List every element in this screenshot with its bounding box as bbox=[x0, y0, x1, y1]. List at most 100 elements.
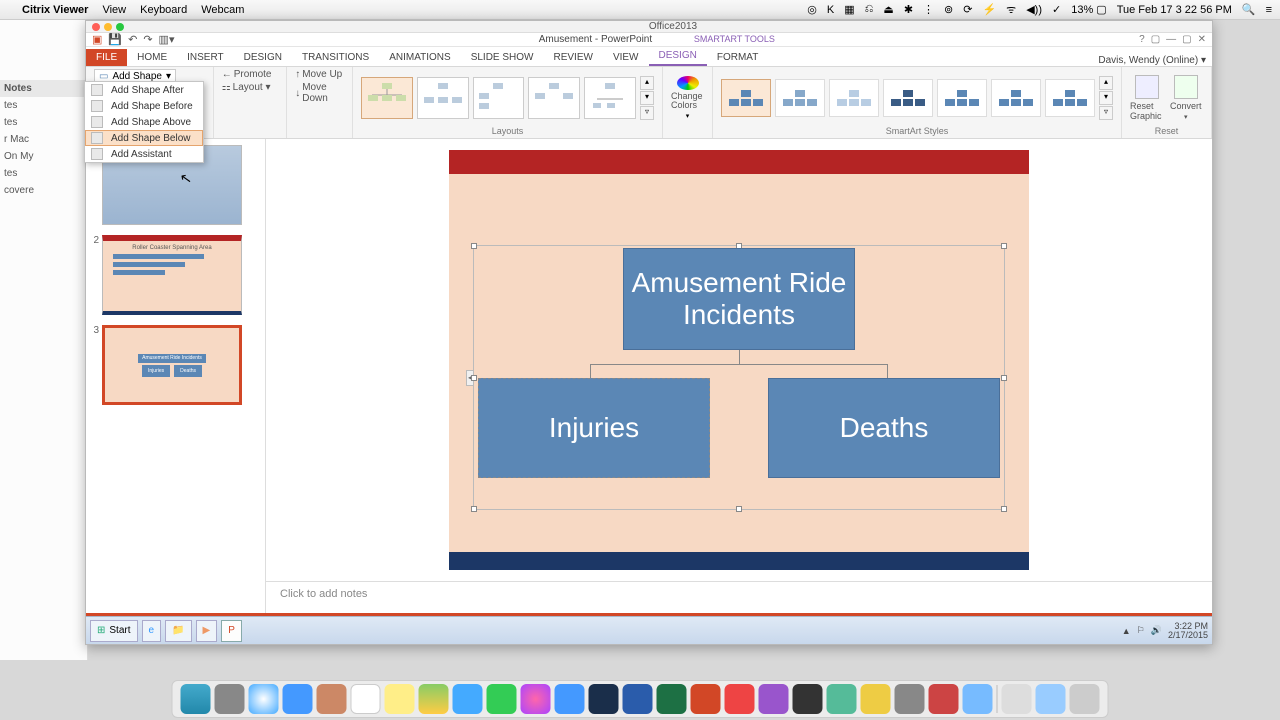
citrix-titlebar[interactable]: Office2013 bbox=[86, 21, 1212, 33]
dock-appstore-icon[interactable] bbox=[555, 684, 585, 714]
taskbar-media[interactable]: ▶ bbox=[196, 620, 218, 642]
style-option[interactable] bbox=[1045, 79, 1095, 117]
tray-date[interactable]: 2/17/2015 bbox=[1168, 631, 1208, 640]
status-icon[interactable]: ⎌ bbox=[865, 3, 874, 16]
dock-app-icon[interactable] bbox=[827, 684, 857, 714]
style-option[interactable] bbox=[721, 79, 771, 117]
move-up-button[interactable]: ↑Move Up bbox=[295, 69, 342, 80]
status-icon[interactable]: ⚡ bbox=[982, 3, 996, 16]
resize-handle[interactable] bbox=[736, 506, 742, 512]
minimize-icon[interactable] bbox=[104, 23, 112, 31]
dock-trash-icon[interactable] bbox=[1070, 684, 1100, 714]
status-icon[interactable]: ✓ bbox=[1052, 3, 1061, 16]
taskbar-explorer[interactable]: 📁 bbox=[165, 620, 191, 642]
tab-home[interactable]: HOME bbox=[127, 49, 177, 66]
gallery-up-icon[interactable]: ▴ bbox=[1099, 76, 1113, 90]
style-option[interactable] bbox=[775, 79, 825, 117]
dock-app-icon[interactable] bbox=[793, 684, 823, 714]
dock-mail-icon[interactable] bbox=[283, 684, 313, 714]
smartart-node-child[interactable]: Injuries bbox=[478, 378, 710, 478]
layout-option[interactable] bbox=[361, 77, 413, 119]
menu-view[interactable]: View bbox=[102, 4, 126, 16]
taskbar-ie[interactable]: e bbox=[142, 620, 162, 642]
resize-handle[interactable] bbox=[471, 243, 477, 249]
close-icon[interactable] bbox=[92, 23, 100, 31]
status-icon[interactable]: ⊚ bbox=[944, 3, 953, 16]
slide-canvas[interactable]: ◂ Amusement Ride Incidents bbox=[266, 139, 1212, 581]
dock-downloads-icon[interactable] bbox=[1002, 684, 1032, 714]
dock-photoshop-icon[interactable] bbox=[589, 684, 619, 714]
status-icon[interactable]: K bbox=[827, 4, 834, 16]
layout-option[interactable] bbox=[528, 77, 580, 119]
user-account[interactable]: Davis, Wendy (Online) ▾ bbox=[1098, 55, 1212, 66]
slide-thumb-3[interactable]: Amusement Ride Incidents Injuries Deaths bbox=[102, 325, 242, 405]
undo-icon[interactable]: ↶ bbox=[128, 33, 137, 46]
dock-messages-icon[interactable] bbox=[453, 684, 483, 714]
gallery-up-icon[interactable]: ▴ bbox=[640, 76, 654, 90]
start-slideshow-icon[interactable]: ▥▾ bbox=[159, 33, 175, 46]
menu-add-shape-after[interactable]: Add Shape After bbox=[85, 82, 203, 98]
dock-notes-icon[interactable] bbox=[385, 684, 415, 714]
start-button[interactable]: ⊞Start bbox=[90, 620, 138, 642]
tab-view[interactable]: VIEW bbox=[603, 49, 649, 66]
status-icon[interactable]: ⟳ bbox=[963, 3, 972, 16]
maximize-window-icon[interactable]: ▢ bbox=[1182, 34, 1191, 45]
status-icon[interactable]: ⏏ bbox=[883, 3, 893, 16]
tray-icon[interactable]: 🔊 bbox=[1151, 625, 1162, 636]
style-option[interactable] bbox=[829, 79, 879, 117]
slide-thumb-2[interactable]: Roller Coaster Spanning Area bbox=[102, 235, 242, 315]
style-option[interactable] bbox=[991, 79, 1041, 117]
style-option[interactable] bbox=[937, 79, 987, 117]
menu-add-shape-above[interactable]: Add Shape Above bbox=[85, 114, 203, 130]
battery-status[interactable]: 13% ▢ bbox=[1071, 3, 1106, 16]
ribbon-options-icon[interactable]: ▢ bbox=[1151, 34, 1160, 45]
status-icon[interactable]: ▦ bbox=[844, 3, 854, 16]
menu-add-assistant[interactable]: Add Assistant bbox=[85, 146, 203, 162]
change-colors-button[interactable]: Change Colors▾ bbox=[671, 76, 704, 120]
tray-icon[interactable]: ▲ bbox=[1122, 626, 1131, 636]
slide[interactable]: ◂ Amusement Ride Incidents bbox=[449, 150, 1029, 570]
app-name[interactable]: Citrix Viewer bbox=[22, 4, 88, 16]
dock-itunes-icon[interactable] bbox=[521, 684, 551, 714]
dock-folder-icon[interactable] bbox=[1036, 684, 1066, 714]
minimize-window-icon[interactable]: — bbox=[1166, 34, 1176, 45]
tab-insert[interactable]: INSERT bbox=[177, 49, 234, 66]
resize-handle[interactable] bbox=[1001, 243, 1007, 249]
dock-facetime-icon[interactable] bbox=[487, 684, 517, 714]
system-tray[interactable]: ▲ ⚐ 🔊 3:22 PM2/17/2015 bbox=[1122, 622, 1208, 640]
gallery-more-icon[interactable]: ▿ bbox=[1099, 106, 1113, 120]
layout-option[interactable] bbox=[473, 77, 525, 119]
dock-safari-icon[interactable] bbox=[249, 684, 279, 714]
move-down-button[interactable]: ↓Move Down bbox=[295, 82, 344, 104]
clock[interactable]: Tue Feb 17 3 22 56 PM bbox=[1117, 4, 1232, 16]
dock-app-icon[interactable] bbox=[929, 684, 959, 714]
dock-finder-icon[interactable] bbox=[181, 684, 211, 714]
gallery-down-icon[interactable]: ▾ bbox=[640, 91, 654, 105]
menu-keyboard[interactable]: Keyboard bbox=[140, 4, 187, 16]
gallery-more-icon[interactable]: ▿ bbox=[640, 106, 654, 120]
dock-calendar-icon[interactable] bbox=[351, 684, 381, 714]
mac-dock[interactable] bbox=[172, 680, 1109, 718]
dock-preferences-icon[interactable] bbox=[895, 684, 925, 714]
smartart-node-child[interactable]: Deaths bbox=[768, 378, 1000, 478]
status-icon[interactable]: ⋮ bbox=[923, 3, 934, 16]
dock-powerpoint-icon[interactable] bbox=[691, 684, 721, 714]
tab-animations[interactable]: ANIMATIONS bbox=[379, 49, 460, 66]
smartart-node-root[interactable]: Amusement Ride Incidents bbox=[623, 248, 855, 350]
layout-button[interactable]: ⚏Layout ▾ bbox=[222, 82, 271, 93]
powerpoint-icon[interactable]: ▣ bbox=[92, 33, 102, 46]
spotlight-icon[interactable]: 🔍 bbox=[1242, 3, 1256, 16]
close-window-icon[interactable]: ✕ bbox=[1198, 34, 1206, 45]
tab-design[interactable]: DESIGN bbox=[234, 49, 292, 66]
tab-file[interactable]: FILE bbox=[86, 49, 127, 66]
dock-excel-icon[interactable] bbox=[657, 684, 687, 714]
convert-button[interactable]: Convert▾ bbox=[1169, 75, 1204, 121]
dock-app-icon[interactable] bbox=[861, 684, 891, 714]
menu-add-shape-before[interactable]: Add Shape Before bbox=[85, 98, 203, 114]
menu-webcam[interactable]: Webcam bbox=[201, 4, 244, 16]
save-icon[interactable]: 💾 bbox=[108, 33, 122, 46]
menu-add-shape-below[interactable]: Add Shape Below bbox=[85, 130, 203, 146]
gallery-down-icon[interactable]: ▾ bbox=[1099, 91, 1113, 105]
promote-button[interactable]: ←Promote bbox=[222, 69, 272, 80]
dock-word-icon[interactable] bbox=[623, 684, 653, 714]
